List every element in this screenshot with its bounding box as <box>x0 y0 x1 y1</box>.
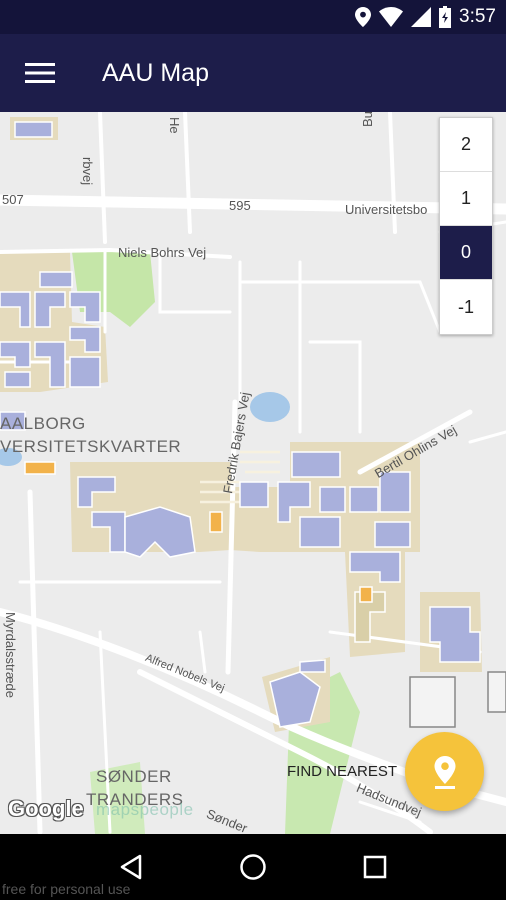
budumvej-label: Budumvej <box>360 112 375 127</box>
wifi-icon <box>379 7 404 27</box>
status-bar: 3:57 <box>0 0 506 34</box>
floor-button-minus-1[interactable]: -1 <box>440 280 492 334</box>
soender-label: SØNDER <box>96 767 172 786</box>
map-view[interactable]: 507 595 Universitetsbo Niels Bohrs Vej B… <box>0 112 506 834</box>
free-personal-use-note: free for personal use <box>2 881 131 897</box>
mapspeople-watermark: mapspeople <box>96 800 194 819</box>
niels-bohrs-vej-label: Niels Bohrs Vej <box>118 245 207 260</box>
map-base-layer <box>0 112 506 834</box>
road-507-label: 507 <box>2 192 24 207</box>
floor-button-0[interactable]: 0 <box>440 226 492 280</box>
he-label: He <box>167 117 182 134</box>
location-pin-icon <box>434 755 455 789</box>
status-time: 3:57 <box>459 6 496 27</box>
recents-square-icon[interactable] <box>345 842 405 892</box>
app-title: AAU Map <box>102 58 209 87</box>
floor-button-2[interactable]: 2 <box>440 118 492 172</box>
rbvej-label: rbvej <box>80 157 95 186</box>
home-circle-icon[interactable] <box>223 842 283 892</box>
hamburger-menu-icon[interactable] <box>0 34 80 112</box>
signal-icon <box>411 7 432 27</box>
find-nearest-button[interactable] <box>405 732 484 811</box>
location-icon <box>355 7 372 27</box>
universitetsbo-label: Universitetsbo <box>345 202 428 217</box>
road-595-label: 595 <box>229 198 251 213</box>
find-nearest-label[interactable]: FIND NEAREST <box>287 763 397 780</box>
battery-icon <box>439 6 452 28</box>
app-bar: AAU Map <box>0 34 506 112</box>
floor-button-1[interactable]: 1 <box>440 172 492 226</box>
google-logo: Google <box>8 796 84 821</box>
floor-picker: 2 1 0 -1 <box>439 117 493 335</box>
aalborg-label: AALBORG <box>0 414 86 433</box>
myrdalsstraede-label: Myrdalsstræde <box>3 612 18 698</box>
universitetskvarter-label: VERSITETSKVARTER <box>0 437 182 456</box>
